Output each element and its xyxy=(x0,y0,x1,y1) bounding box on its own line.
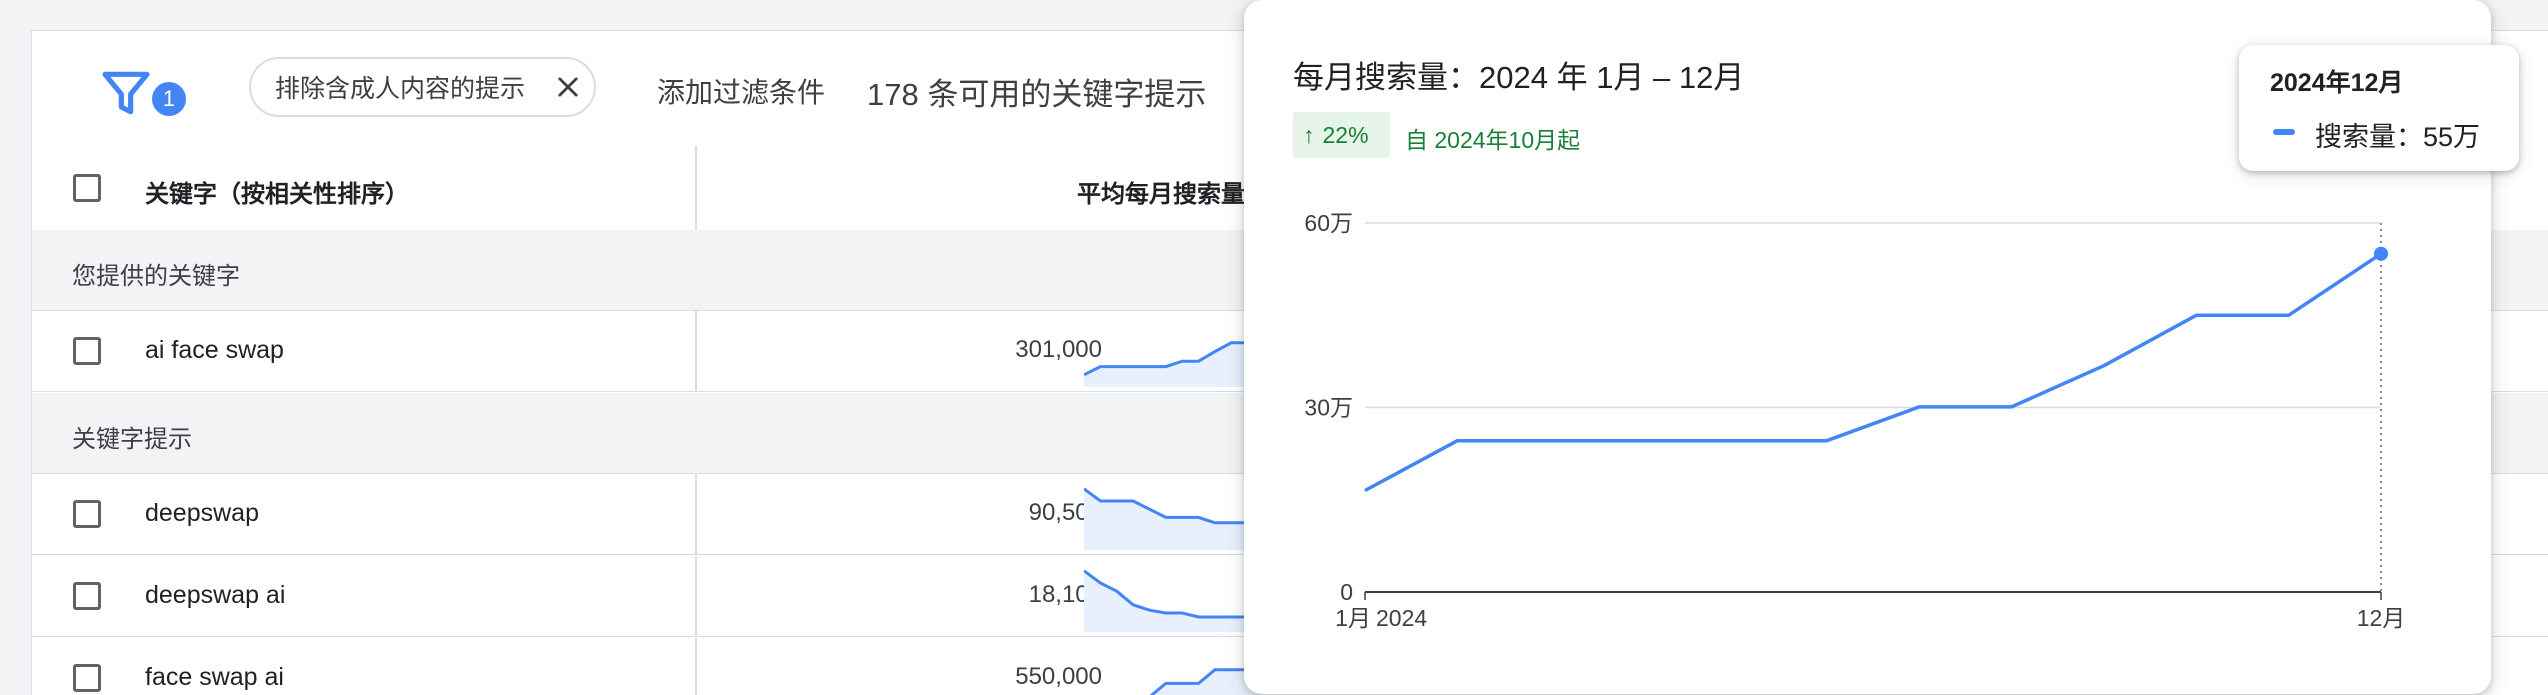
y-tick-label: 60万 xyxy=(1304,210,1353,236)
x-tick-label: 1月 xyxy=(1335,605,1371,631)
volume-text: 550,000 xyxy=(1015,663,1102,690)
volume-text: 18,100 xyxy=(1028,581,1102,608)
row-checkbox[interactable] xyxy=(73,664,101,692)
adult-content-filter-chip[interactable]: 排除含成人内容的提示 xyxy=(249,57,596,117)
volume-text: 301,000 xyxy=(1015,336,1102,363)
filter-count-badge: 1 xyxy=(152,82,186,116)
column-header-volume[interactable]: 平均每月搜索量 xyxy=(1077,174,1245,209)
trend-sparkline xyxy=(1149,664,1264,695)
section-label: 您提供的关键字 xyxy=(72,263,240,290)
sparkline-area xyxy=(1084,332,1264,387)
tooltip-title: 2024年12月 xyxy=(2270,69,2404,97)
sparkline-area xyxy=(1084,488,1264,550)
x-tick-label: 2024 xyxy=(1376,605,1427,631)
keyword-text: deepswap xyxy=(145,499,259,527)
y-tick-label: 0 xyxy=(1340,579,1353,605)
row-checkbox[interactable] xyxy=(73,582,101,610)
search-volume-line xyxy=(1364,252,2382,493)
keyword-text: ai face swap xyxy=(145,336,284,364)
volume-text: 90,500 xyxy=(1028,499,1102,526)
filter-icon[interactable] xyxy=(98,65,154,121)
select-all-checkbox[interactable] xyxy=(73,174,101,202)
column-header-keyword[interactable]: 关键字（按相关性排序） xyxy=(145,174,409,209)
hover-point[interactable] xyxy=(2374,246,2388,261)
keyword-text: deepswap ai xyxy=(145,581,286,609)
close-icon[interactable] xyxy=(554,73,582,101)
trend-sparkline xyxy=(1084,569,1264,632)
keyword-text: face swap ai xyxy=(145,663,284,691)
trend-sparkline xyxy=(1084,331,1264,387)
section-label: 关键字提示 xyxy=(72,426,192,453)
trend-sparkline xyxy=(1084,487,1264,550)
column-divider xyxy=(695,146,697,230)
add-filter-button[interactable]: 添加过滤条件 xyxy=(657,71,825,111)
column-divider xyxy=(695,638,697,695)
sparkline-area xyxy=(1084,570,1264,632)
row-checkbox[interactable] xyxy=(73,500,101,528)
x-tick-label: 12月 xyxy=(2357,605,2406,631)
row-checkbox[interactable] xyxy=(73,337,101,365)
column-divider xyxy=(695,556,697,636)
available-ideas-count: 178 条可用的关键字提示 xyxy=(867,77,1207,112)
chip-label: 排除含成人内容的提示 xyxy=(275,75,526,103)
column-divider xyxy=(695,311,697,391)
series-swatch xyxy=(2273,129,2295,135)
chart-tooltip: 2024年12月 搜索量：55万 xyxy=(2239,45,2519,171)
column-divider xyxy=(695,474,697,554)
tooltip-value: 搜索量：55万 xyxy=(2315,122,2481,152)
y-tick-label: 30万 xyxy=(1304,395,1353,421)
